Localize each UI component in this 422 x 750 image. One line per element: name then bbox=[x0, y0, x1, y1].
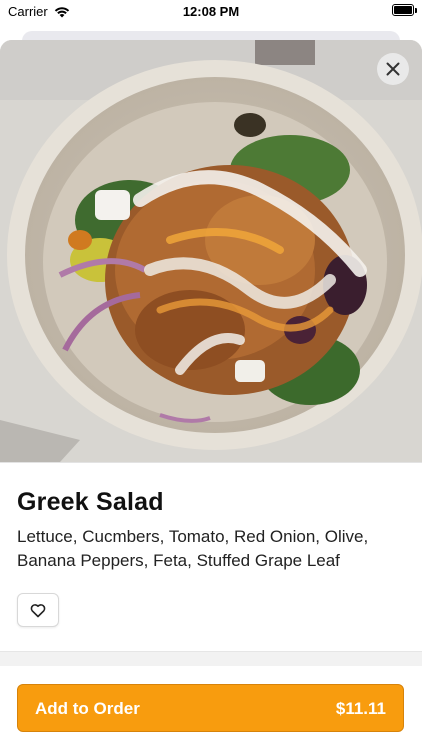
heart-outline-icon bbox=[30, 603, 46, 617]
order-price: $11.11 bbox=[335, 699, 386, 718]
item-photo bbox=[0, 40, 422, 462]
item-description: Lettuce, Cucmbers, Tomato, Red Onion, Ol… bbox=[17, 527, 369, 570]
favorite-button[interactable] bbox=[17, 593, 59, 627]
photo-divider bbox=[0, 462, 422, 463]
status-bar: Carrier 12:08 PM bbox=[0, 0, 422, 24]
close-button[interactable] bbox=[377, 53, 409, 85]
add-to-order-label: Add to Order bbox=[35, 699, 140, 718]
status-time: 12:08 PM bbox=[182, 4, 240, 19]
item-title: Greek Salad bbox=[17, 488, 164, 516]
battery-icon bbox=[392, 4, 417, 16]
item-detail-sheet: Greek Salad Lettuce, Cucmbers, Tomato, R… bbox=[0, 40, 422, 750]
order-footer: Add to Order $11.11 bbox=[0, 666, 422, 750]
add-to-order-button[interactable]: Add to Order $11.11 bbox=[17, 684, 404, 732]
close-icon bbox=[386, 62, 400, 76]
section-separator bbox=[0, 651, 422, 667]
